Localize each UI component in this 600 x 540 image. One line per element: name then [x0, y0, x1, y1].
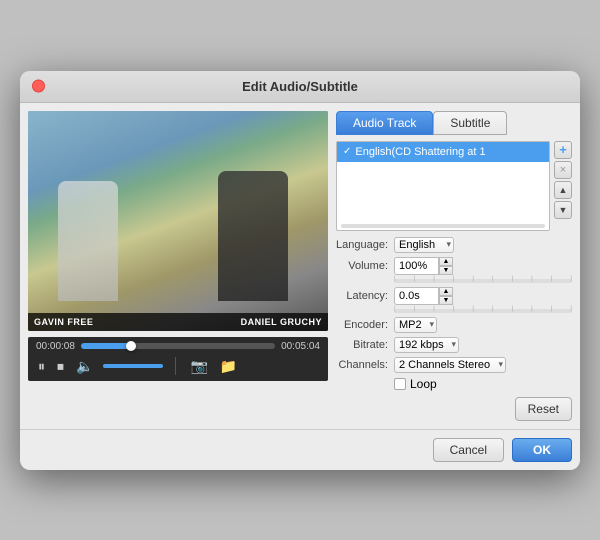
track-item[interactable]: ✓ English(CD Shattering at 1 [337, 142, 549, 162]
encoder-select-wrapper: MP2 AAC MP3 [394, 317, 437, 333]
caption-bar: GAVIN FREE DANIEL GRUCHY [28, 313, 328, 331]
cancel-button[interactable]: Cancel [433, 438, 504, 462]
progress-fill [81, 343, 131, 349]
titlebar: Edit Audio/Subtitle [20, 71, 580, 103]
time-row: 00:00:08 00:05:04 [36, 341, 320, 352]
video-area: GAVIN FREE DANIEL GRUCHY [28, 111, 328, 331]
progress-thumb [126, 341, 136, 351]
playback-row: ⏸ ⏹ 🔈 📷 📁 [36, 356, 320, 377]
latency-row: ▲ ▼ [394, 287, 572, 305]
pause-button[interactable]: ⏸ [36, 356, 47, 377]
folder-button[interactable]: 📁 [218, 356, 239, 377]
volume-slider[interactable] [103, 364, 163, 368]
tab-subtitle[interactable]: Subtitle [433, 111, 507, 135]
track-list: ✓ English(CD Shattering at 1 [336, 141, 550, 231]
reset-row: Reset [336, 397, 572, 421]
track-empty-area [337, 162, 549, 222]
time-total: 00:05:04 [281, 341, 320, 352]
volume-mini-slider[interactable]: |||||||||| [394, 279, 572, 283]
controls-bar: 00:00:08 00:05:04 ⏸ ⏹ 🔈 📷 📁 [28, 337, 328, 381]
latency-input[interactable] [394, 287, 439, 305]
loop-checkbox[interactable] [394, 378, 406, 390]
latency-slider-row: |||||||||| [394, 309, 572, 313]
volume-row: ▲ ▼ [394, 257, 572, 275]
volume-down-button[interactable]: ▼ [439, 266, 453, 275]
latency-mini-slider[interactable]: |||||||||| [394, 309, 572, 313]
bitrate-select-wrapper: 192 kbps 128 kbps 256 kbps [394, 337, 459, 353]
latency-down-button[interactable]: ▼ [439, 296, 453, 305]
channels-select[interactable]: 2 Channels Stereo Mono 5.1 [394, 357, 506, 373]
volume-button[interactable]: 🔈 [74, 356, 95, 377]
reset-button[interactable]: Reset [515, 397, 572, 421]
remove-track-button[interactable]: × [554, 161, 572, 179]
channels-row: 2 Channels Stereo Mono 5.1 [394, 357, 572, 373]
params-grid: Language: English French Spanish Volume: [336, 237, 572, 391]
channels-label: Channels: [336, 359, 388, 371]
track-check: ✓ [343, 146, 351, 157]
close-button[interactable] [32, 80, 45, 93]
language-label: Language: [336, 239, 388, 251]
tab-audio-track[interactable]: Audio Track [336, 111, 433, 135]
loop-label: Loop [410, 377, 437, 391]
latency-up-button[interactable]: ▲ [439, 287, 453, 296]
channels-select-wrapper: 2 Channels Stereo Mono 5.1 [394, 357, 506, 373]
language-row: English French Spanish [394, 237, 572, 253]
left-panel: GAVIN FREE DANIEL GRUCHY 00:00:08 00:05:… [28, 111, 328, 421]
caption-right: DANIEL GRUCHY [241, 317, 322, 327]
video-scene: GAVIN FREE DANIEL GRUCHY [28, 111, 328, 331]
bitrate-label: Bitrate: [336, 339, 388, 351]
caption-left: GAVIN FREE [34, 317, 93, 327]
latency-label: Latency: [336, 290, 388, 302]
track-list-section: ✓ English(CD Shattering at 1 + × ▲ ▼ [336, 141, 572, 231]
volume-label: Volume: [336, 260, 388, 272]
tabs-row: Audio Track Subtitle [336, 111, 572, 135]
ok-button[interactable]: OK [512, 438, 572, 462]
snapshot-button[interactable]: 📷 [188, 356, 209, 377]
separator [175, 357, 176, 375]
loop-row: Loop [394, 377, 572, 391]
scrollbar[interactable] [341, 224, 545, 228]
latency-stepper: ▲ ▼ [439, 287, 453, 305]
stop-button[interactable]: ⏹ [55, 356, 66, 377]
encoder-row: MP2 AAC MP3 [394, 317, 572, 333]
volume-up-button[interactable]: ▲ [439, 257, 453, 266]
bitrate-row: 192 kbps 128 kbps 256 kbps [394, 337, 572, 353]
volume-input-combo: ▲ ▼ [394, 257, 453, 275]
latency-input-combo: ▲ ▼ [394, 287, 453, 305]
move-down-button[interactable]: ▼ [554, 201, 572, 219]
right-panel: Audio Track Subtitle ✓ English(CD Shatte… [336, 111, 572, 421]
language-select-wrapper: English French Spanish [394, 237, 454, 253]
dialog: Edit Audio/Subtitle GAVIN FREE DANIEL GR… [20, 71, 580, 470]
main-content: GAVIN FREE DANIEL GRUCHY 00:00:08 00:05:… [20, 103, 580, 429]
dialog-title: Edit Audio/Subtitle [242, 79, 358, 94]
language-select[interactable]: English French Spanish [394, 237, 454, 253]
track-side-buttons: + × ▲ ▼ [554, 141, 572, 219]
encoder-select[interactable]: MP2 AAC MP3 [394, 317, 437, 333]
bottom-buttons: Cancel OK [20, 429, 580, 470]
encoder-label: Encoder: [336, 319, 388, 331]
track-label: English(CD Shattering at 1 [355, 146, 485, 158]
add-track-button[interactable]: + [554, 141, 572, 159]
volume-input[interactable] [394, 257, 439, 275]
bitrate-select[interactable]: 192 kbps 128 kbps 256 kbps [394, 337, 459, 353]
volume-slider-row: |||||||||| [394, 279, 572, 283]
time-current: 00:00:08 [36, 341, 75, 352]
progress-bar[interactable] [81, 343, 275, 349]
volume-stepper: ▲ ▼ [439, 257, 453, 275]
move-up-button[interactable]: ▲ [554, 181, 572, 199]
